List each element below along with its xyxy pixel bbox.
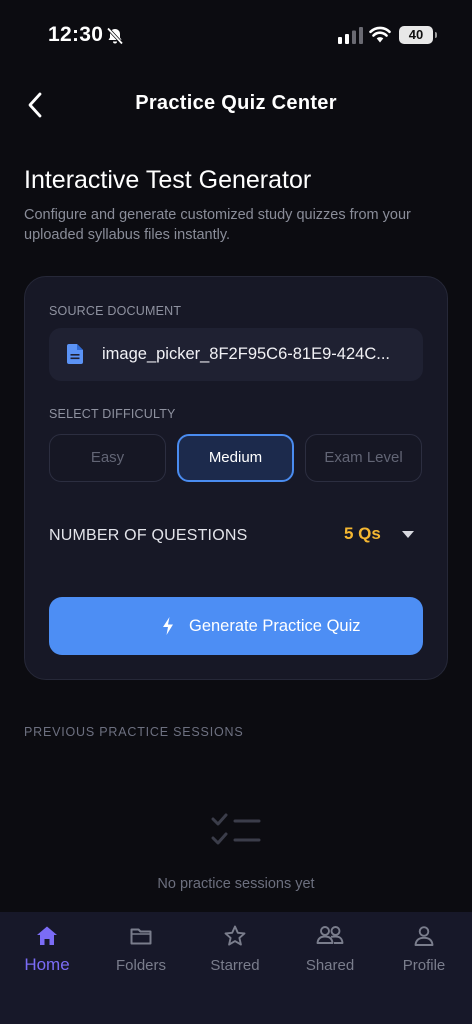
tab-starred[interactable]: Starred [188, 912, 282, 992]
tab-home-label: Home [24, 955, 70, 974]
section-description: Configure and generate customized study … [24, 207, 411, 243]
tab-folders[interactable]: Folders [94, 912, 188, 992]
home-icon [37, 926, 57, 945]
status-time: 12:30 [48, 23, 104, 46]
bottom-tab-bar: Home Folders Starred Shared Profile [0, 912, 472, 1024]
difficulty-label: SELECT DIFFICULTY [49, 407, 176, 421]
star-icon [224, 925, 246, 946]
source-document-field[interactable]: image_picker_8F2F95C6-81E9-424C... [49, 328, 423, 381]
tab-profile[interactable]: Profile [377, 912, 471, 992]
tab-profile-label: Profile [402, 957, 446, 974]
document-icon [67, 344, 83, 364]
document-name: image_picker_8F2F95C6-81E9-424C... [102, 345, 390, 363]
status-bar: 12:30 40 [0, 0, 472, 70]
users-icon [316, 926, 344, 944]
lightning-icon [163, 617, 173, 635]
checklist-icon [211, 813, 261, 845]
folder-icon [130, 928, 152, 945]
difficulty-medium-button[interactable]: Medium [177, 434, 294, 482]
bell-muted-icon [106, 27, 124, 45]
signal-icon [338, 27, 363, 44]
difficulty-exam-level-button[interactable]: Exam Level [305, 434, 422, 482]
person-icon [414, 926, 434, 946]
previous-sessions-heading: PREVIOUS PRACTICE SESSIONS [24, 725, 244, 739]
generate-quiz-label: Generate Practice Quiz [189, 617, 361, 635]
difficulty-easy-button[interactable]: Easy [49, 434, 166, 482]
screen: 12:30 40 Practice Quiz Center Interactiv… [0, 0, 472, 1024]
generate-quiz-button[interactable]: Generate Practice Quiz [49, 597, 423, 655]
battery-indicator: 40 [399, 26, 437, 44]
questions-count-label: NUMBER OF QUESTIONS [49, 527, 248, 544]
questions-count-dropdown[interactable]: 5 Qs [344, 524, 381, 544]
page-title: Practice Quiz Center [135, 92, 337, 114]
quiz-config-card: SOURCE DOCUMENT image_picker_8F2F95C6-81… [24, 276, 448, 680]
tab-folders-label: Folders [115, 957, 167, 974]
tab-shared-label: Shared [305, 957, 355, 974]
wifi-icon [369, 26, 391, 43]
tab-home[interactable]: Home [0, 912, 94, 992]
section-heading: Interactive Test Generator [24, 166, 312, 194]
source-document-label: SOURCE DOCUMENT [49, 304, 182, 318]
empty-sessions-text: No practice sessions yet [157, 876, 315, 892]
tab-starred-label: Starred [210, 957, 260, 974]
tab-shared[interactable]: Shared [283, 912, 377, 992]
caret-down-icon[interactable] [402, 531, 414, 539]
